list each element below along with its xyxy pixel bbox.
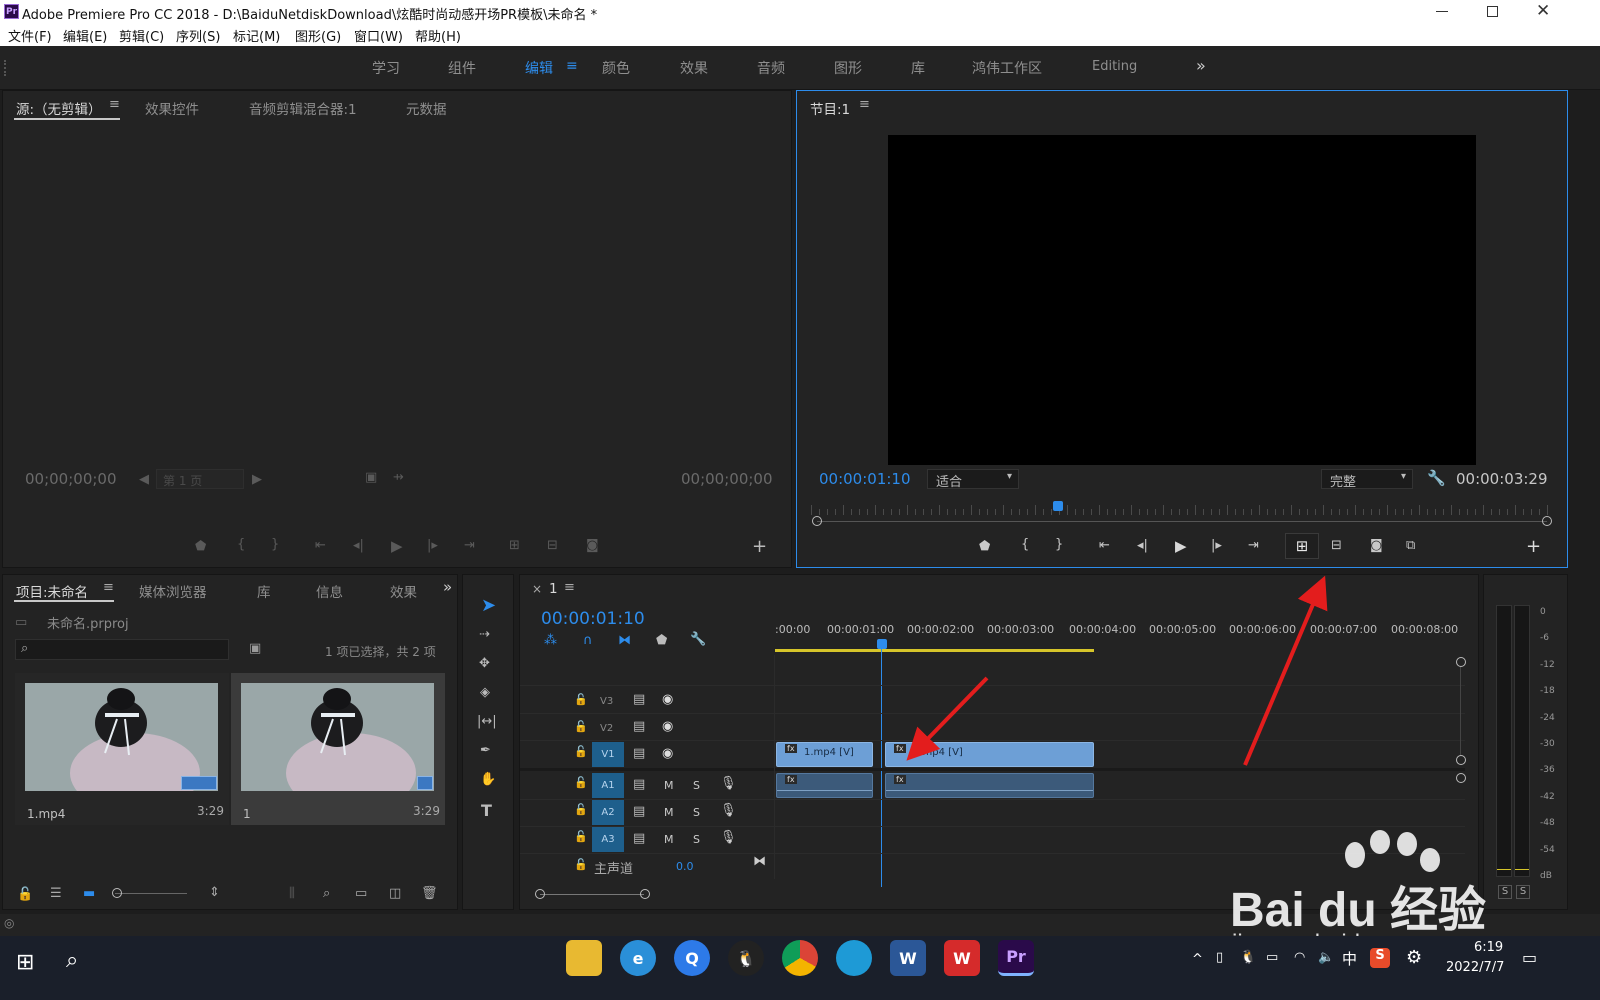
premiere-taskbar-icon[interactable]: Pr <box>998 940 1034 976</box>
qq-tray-icon[interactable]: 🐧 <box>1240 950 1256 965</box>
file-explorer-icon[interactable] <box>566 940 602 976</box>
clock-date[interactable]: 2022/7/7 <box>1446 960 1504 975</box>
ime-indicator[interactable]: 中 <box>1342 948 1357 969</box>
notification-icon[interactable]: ▭ <box>1522 948 1537 967</box>
windows-start-icon[interactable]: ⊞ <box>16 950 34 975</box>
network-icon[interactable]: ◠ <box>1294 950 1305 965</box>
annotation-arrow-to-lift <box>1243 575 1328 766</box>
word-icon[interactable]: W <box>890 940 926 976</box>
system-tray: ^ ▯ 🐧 ▭ ◠ 🔈 中 S ⚙ 6:19 2022/7/7 ▭ <box>1184 936 1600 1000</box>
show-hidden-icons-icon[interactable]: ^ <box>1192 952 1203 967</box>
settings-gear-icon[interactable]: ⚙ <box>1406 947 1422 968</box>
edge-icon[interactable] <box>836 940 872 976</box>
chrome-icon[interactable] <box>782 940 818 976</box>
search-taskbar-icon[interactable]: ⌕ <box>66 948 78 973</box>
volume-icon[interactable]: 🔈 <box>1318 950 1334 965</box>
sogou-icon[interactable]: S <box>1370 948 1390 968</box>
ie-browser-icon[interactable]: e <box>620 940 656 976</box>
battery-icon[interactable]: ▭ <box>1266 950 1278 965</box>
usb-icon[interactable]: ▯ <box>1216 950 1223 965</box>
clock-time[interactable]: 6:19 <box>1474 940 1503 955</box>
annotation-arrow-to-playhead <box>906 676 989 761</box>
wps-icon[interactable]: W <box>944 940 980 976</box>
qq-browser-icon[interactable]: Q <box>674 940 710 976</box>
qq-icon[interactable]: 🐧 <box>728 940 764 976</box>
